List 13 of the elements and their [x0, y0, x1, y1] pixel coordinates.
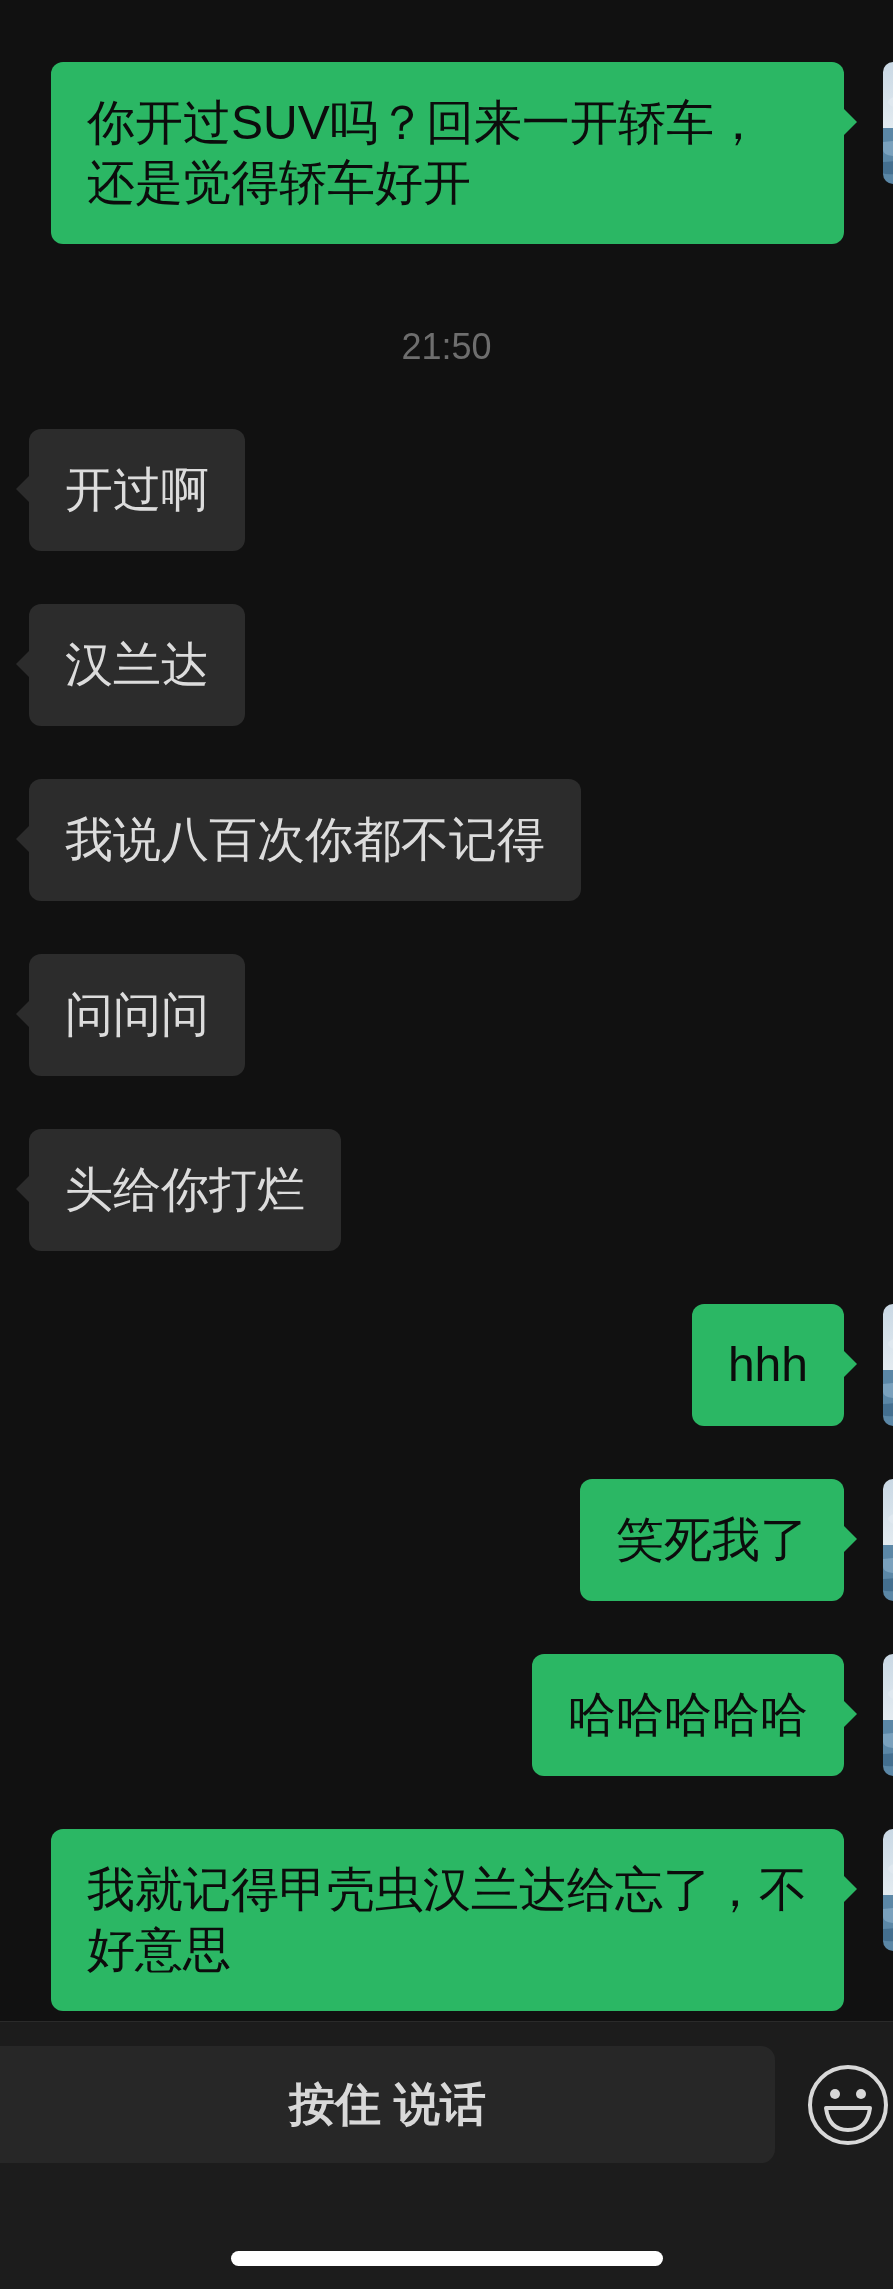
bubble-tail-icon [16, 1001, 29, 1027]
smiley-icon[interactable] [807, 2063, 889, 2146]
bubble-tail-icon [844, 1526, 857, 1552]
bubble-tail-icon [844, 1351, 857, 1377]
bubble-tail-icon [16, 1176, 29, 1202]
bubble-tail-icon [844, 1701, 857, 1727]
bubble-tail-icon [16, 476, 29, 502]
timestamp: 21:50 [401, 324, 492, 369]
bubble-tail-icon [16, 826, 29, 852]
bubble-tail-icon [844, 109, 857, 135]
bubble-tail-icon [16, 651, 29, 677]
bubble-tail-icon [844, 1876, 857, 1902]
hold-to-talk-button[interactable]: 按住 说话 [0, 2046, 775, 2163]
